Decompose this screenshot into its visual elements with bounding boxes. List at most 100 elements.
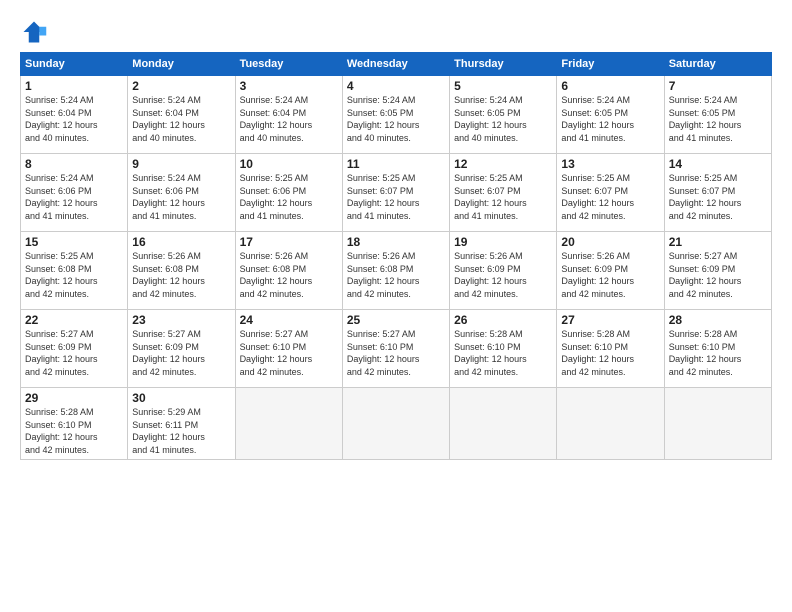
calendar-cell: 28Sunrise: 5:28 AMSunset: 6:10 PMDayligh… bbox=[664, 310, 771, 388]
day-info: Sunrise: 5:26 AMSunset: 6:09 PMDaylight:… bbox=[561, 250, 659, 300]
calendar-cell: 16Sunrise: 5:26 AMSunset: 6:08 PMDayligh… bbox=[128, 232, 235, 310]
day-info: Sunrise: 5:24 AMSunset: 6:06 PMDaylight:… bbox=[132, 172, 230, 222]
calendar-cell: 2Sunrise: 5:24 AMSunset: 6:04 PMDaylight… bbox=[128, 76, 235, 154]
calendar-cell: 6Sunrise: 5:24 AMSunset: 6:05 PMDaylight… bbox=[557, 76, 664, 154]
day-info: Sunrise: 5:25 AMSunset: 6:07 PMDaylight:… bbox=[454, 172, 552, 222]
day-number: 24 bbox=[240, 313, 338, 327]
day-number: 28 bbox=[669, 313, 767, 327]
day-number: 27 bbox=[561, 313, 659, 327]
calendar-week-row: 15Sunrise: 5:25 AMSunset: 6:08 PMDayligh… bbox=[21, 232, 772, 310]
calendar-cell: 10Sunrise: 5:25 AMSunset: 6:06 PMDayligh… bbox=[235, 154, 342, 232]
day-info: Sunrise: 5:27 AMSunset: 6:09 PMDaylight:… bbox=[132, 328, 230, 378]
calendar-cell: 23Sunrise: 5:27 AMSunset: 6:09 PMDayligh… bbox=[128, 310, 235, 388]
day-number: 3 bbox=[240, 79, 338, 93]
calendar-cell: 29Sunrise: 5:28 AMSunset: 6:10 PMDayligh… bbox=[21, 388, 128, 460]
calendar-cell bbox=[450, 388, 557, 460]
day-info: Sunrise: 5:27 AMSunset: 6:09 PMDaylight:… bbox=[25, 328, 123, 378]
calendar-week-row: 22Sunrise: 5:27 AMSunset: 6:09 PMDayligh… bbox=[21, 310, 772, 388]
day-number: 25 bbox=[347, 313, 445, 327]
day-number: 29 bbox=[25, 391, 123, 405]
day-number: 17 bbox=[240, 235, 338, 249]
day-number: 4 bbox=[347, 79, 445, 93]
calendar-cell: 26Sunrise: 5:28 AMSunset: 6:10 PMDayligh… bbox=[450, 310, 557, 388]
day-number: 19 bbox=[454, 235, 552, 249]
calendar-cell bbox=[342, 388, 449, 460]
calendar-cell bbox=[664, 388, 771, 460]
day-info: Sunrise: 5:27 AMSunset: 6:10 PMDaylight:… bbox=[240, 328, 338, 378]
calendar-cell: 21Sunrise: 5:27 AMSunset: 6:09 PMDayligh… bbox=[664, 232, 771, 310]
day-info: Sunrise: 5:24 AMSunset: 6:05 PMDaylight:… bbox=[454, 94, 552, 144]
day-info: Sunrise: 5:27 AMSunset: 6:10 PMDaylight:… bbox=[347, 328, 445, 378]
calendar-week-row: 29Sunrise: 5:28 AMSunset: 6:10 PMDayligh… bbox=[21, 388, 772, 460]
day-info: Sunrise: 5:26 AMSunset: 6:08 PMDaylight:… bbox=[347, 250, 445, 300]
day-number: 13 bbox=[561, 157, 659, 171]
day-number: 16 bbox=[132, 235, 230, 249]
col-saturday: Saturday bbox=[664, 53, 771, 76]
day-number: 15 bbox=[25, 235, 123, 249]
day-info: Sunrise: 5:25 AMSunset: 6:07 PMDaylight:… bbox=[347, 172, 445, 222]
day-info: Sunrise: 5:24 AMSunset: 6:06 PMDaylight:… bbox=[25, 172, 123, 222]
day-number: 10 bbox=[240, 157, 338, 171]
calendar-header-row: Sunday Monday Tuesday Wednesday Thursday… bbox=[21, 53, 772, 76]
calendar-cell: 17Sunrise: 5:26 AMSunset: 6:08 PMDayligh… bbox=[235, 232, 342, 310]
day-number: 7 bbox=[669, 79, 767, 93]
day-info: Sunrise: 5:25 AMSunset: 6:07 PMDaylight:… bbox=[561, 172, 659, 222]
col-monday: Monday bbox=[128, 53, 235, 76]
calendar-table: Sunday Monday Tuesday Wednesday Thursday… bbox=[20, 52, 772, 460]
day-info: Sunrise: 5:24 AMSunset: 6:05 PMDaylight:… bbox=[669, 94, 767, 144]
day-number: 2 bbox=[132, 79, 230, 93]
calendar-cell: 18Sunrise: 5:26 AMSunset: 6:08 PMDayligh… bbox=[342, 232, 449, 310]
day-info: Sunrise: 5:28 AMSunset: 6:10 PMDaylight:… bbox=[454, 328, 552, 378]
day-number: 9 bbox=[132, 157, 230, 171]
logo-icon bbox=[20, 18, 48, 46]
day-number: 1 bbox=[25, 79, 123, 93]
calendar-cell: 30Sunrise: 5:29 AMSunset: 6:11 PMDayligh… bbox=[128, 388, 235, 460]
calendar-cell: 3Sunrise: 5:24 AMSunset: 6:04 PMDaylight… bbox=[235, 76, 342, 154]
calendar-week-row: 8Sunrise: 5:24 AMSunset: 6:06 PMDaylight… bbox=[21, 154, 772, 232]
calendar-cell: 8Sunrise: 5:24 AMSunset: 6:06 PMDaylight… bbox=[21, 154, 128, 232]
calendar-week-row: 1Sunrise: 5:24 AMSunset: 6:04 PMDaylight… bbox=[21, 76, 772, 154]
day-info: Sunrise: 5:24 AMSunset: 6:05 PMDaylight:… bbox=[561, 94, 659, 144]
calendar-page: Sunday Monday Tuesday Wednesday Thursday… bbox=[0, 0, 792, 612]
day-number: 18 bbox=[347, 235, 445, 249]
day-info: Sunrise: 5:24 AMSunset: 6:05 PMDaylight:… bbox=[347, 94, 445, 144]
calendar-cell: 1Sunrise: 5:24 AMSunset: 6:04 PMDaylight… bbox=[21, 76, 128, 154]
calendar-cell: 27Sunrise: 5:28 AMSunset: 6:10 PMDayligh… bbox=[557, 310, 664, 388]
calendar-cell: 4Sunrise: 5:24 AMSunset: 6:05 PMDaylight… bbox=[342, 76, 449, 154]
day-info: Sunrise: 5:25 AMSunset: 6:07 PMDaylight:… bbox=[669, 172, 767, 222]
day-info: Sunrise: 5:26 AMSunset: 6:09 PMDaylight:… bbox=[454, 250, 552, 300]
calendar-cell: 25Sunrise: 5:27 AMSunset: 6:10 PMDayligh… bbox=[342, 310, 449, 388]
calendar-cell: 15Sunrise: 5:25 AMSunset: 6:08 PMDayligh… bbox=[21, 232, 128, 310]
calendar-cell: 22Sunrise: 5:27 AMSunset: 6:09 PMDayligh… bbox=[21, 310, 128, 388]
day-number: 14 bbox=[669, 157, 767, 171]
col-friday: Friday bbox=[557, 53, 664, 76]
day-number: 6 bbox=[561, 79, 659, 93]
day-info: Sunrise: 5:25 AMSunset: 6:08 PMDaylight:… bbox=[25, 250, 123, 300]
day-number: 5 bbox=[454, 79, 552, 93]
calendar-cell: 24Sunrise: 5:27 AMSunset: 6:10 PMDayligh… bbox=[235, 310, 342, 388]
day-info: Sunrise: 5:25 AMSunset: 6:06 PMDaylight:… bbox=[240, 172, 338, 222]
col-wednesday: Wednesday bbox=[342, 53, 449, 76]
day-info: Sunrise: 5:29 AMSunset: 6:11 PMDaylight:… bbox=[132, 406, 230, 456]
day-info: Sunrise: 5:24 AMSunset: 6:04 PMDaylight:… bbox=[132, 94, 230, 144]
logo bbox=[20, 18, 52, 46]
header bbox=[20, 18, 772, 46]
day-info: Sunrise: 5:24 AMSunset: 6:04 PMDaylight:… bbox=[25, 94, 123, 144]
day-number: 20 bbox=[561, 235, 659, 249]
calendar-cell: 20Sunrise: 5:26 AMSunset: 6:09 PMDayligh… bbox=[557, 232, 664, 310]
col-sunday: Sunday bbox=[21, 53, 128, 76]
col-tuesday: Tuesday bbox=[235, 53, 342, 76]
calendar-cell: 9Sunrise: 5:24 AMSunset: 6:06 PMDaylight… bbox=[128, 154, 235, 232]
day-number: 8 bbox=[25, 157, 123, 171]
calendar-cell: 12Sunrise: 5:25 AMSunset: 6:07 PMDayligh… bbox=[450, 154, 557, 232]
day-number: 12 bbox=[454, 157, 552, 171]
calendar-cell: 14Sunrise: 5:25 AMSunset: 6:07 PMDayligh… bbox=[664, 154, 771, 232]
col-thursday: Thursday bbox=[450, 53, 557, 76]
day-info: Sunrise: 5:27 AMSunset: 6:09 PMDaylight:… bbox=[669, 250, 767, 300]
calendar-cell: 11Sunrise: 5:25 AMSunset: 6:07 PMDayligh… bbox=[342, 154, 449, 232]
day-info: Sunrise: 5:24 AMSunset: 6:04 PMDaylight:… bbox=[240, 94, 338, 144]
day-info: Sunrise: 5:26 AMSunset: 6:08 PMDaylight:… bbox=[132, 250, 230, 300]
calendar-cell bbox=[235, 388, 342, 460]
calendar-cell: 5Sunrise: 5:24 AMSunset: 6:05 PMDaylight… bbox=[450, 76, 557, 154]
day-info: Sunrise: 5:28 AMSunset: 6:10 PMDaylight:… bbox=[669, 328, 767, 378]
